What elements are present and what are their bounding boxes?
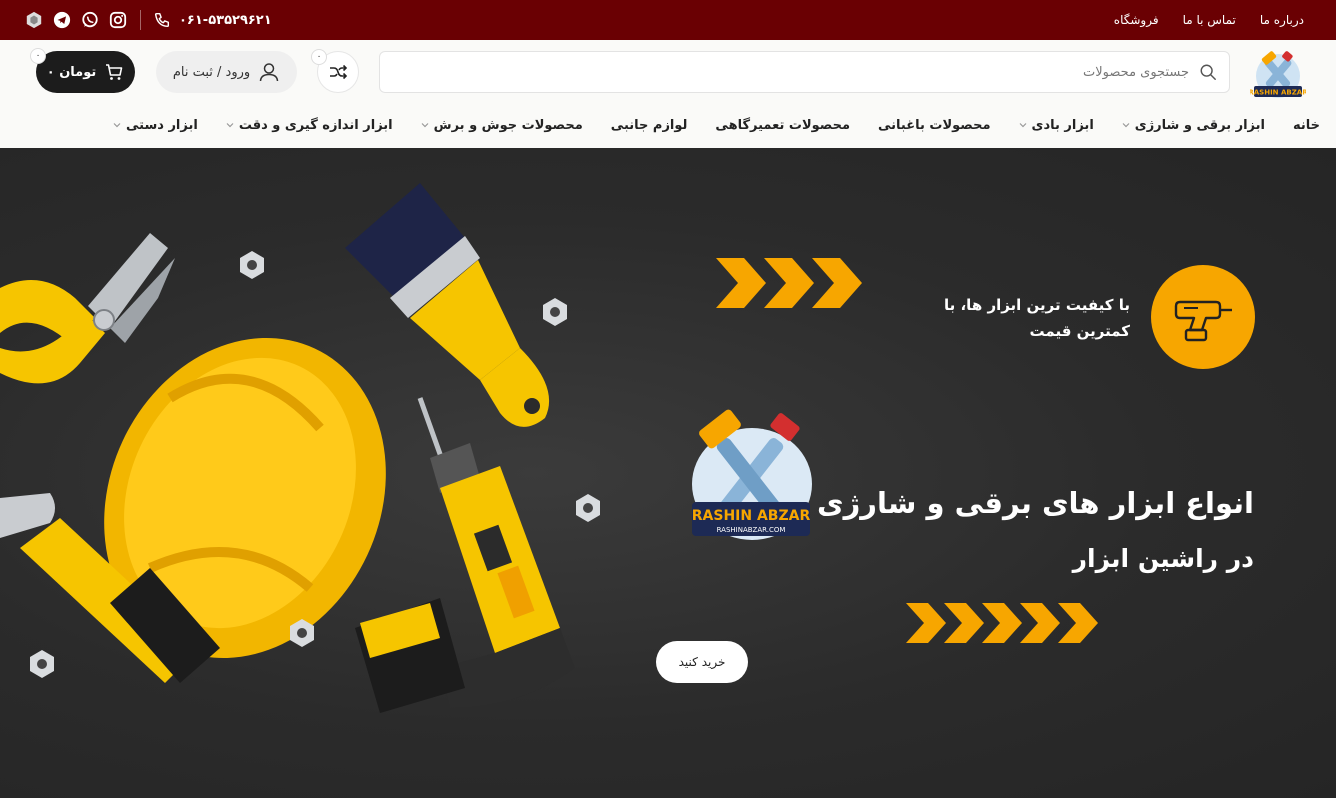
drill-badge: [1151, 265, 1255, 369]
phone-number: ۰۶۱-۵۳۵۲۹۶۲۱: [179, 12, 272, 28]
top-links: درباره ما تماس با ما فروشگاه: [1114, 0, 1304, 40]
drill-image: [355, 397, 575, 713]
rubika-icon[interactable]: [24, 10, 44, 30]
tools-illustration: [0, 183, 600, 713]
search-input[interactable]: [390, 52, 1189, 92]
nav-item-label: ابزار بادی: [1031, 117, 1094, 133]
chevron-arrows-decoration: [716, 258, 862, 308]
buy-now-button[interactable]: خرید کنید: [656, 641, 748, 683]
nav-item-welding[interactable]: محصولات جوش و برش: [421, 118, 583, 133]
paint-brush-image: [345, 183, 550, 427]
nav-item-garden[interactable]: محصولات باغبانی: [878, 118, 991, 133]
power-drill-icon: [1174, 300, 1232, 342]
nav-item-air-tools[interactable]: ابزار بادی: [1019, 118, 1094, 133]
nav-item-label: محصولات جوش و برش: [433, 117, 583, 133]
phone-icon: [154, 12, 170, 28]
cart-total: ۰ تومان: [46, 64, 97, 80]
main-nav: خانه ابزار برقی و شارژی ابزار بادی محصول…: [113, 116, 1320, 134]
nav-item-accessories[interactable]: لوازم جانبی: [611, 118, 688, 133]
top-link-about[interactable]: درباره ما: [1260, 13, 1304, 27]
search-icon[interactable]: [1199, 63, 1217, 81]
cart-button[interactable]: ۰ تومان: [36, 51, 135, 93]
nav-item-repair[interactable]: محصولات تعمیرگاهی: [715, 118, 850, 133]
rashin-abzar-logo: RASHIN ABZAR RASHINABZAR.COM: [692, 409, 812, 540]
instagram-icon[interactable]: [108, 10, 128, 30]
chevron-down-icon: [1019, 123, 1026, 128]
chevron-down-icon: [421, 123, 429, 128]
cart-icon: [106, 64, 123, 80]
compare-count-badge: ۰: [311, 49, 327, 65]
logo-url-text: RASHINABZAR.COM: [717, 526, 786, 534]
user-icon: [259, 63, 279, 82]
nav-item-label: لوازم جانبی: [610, 117, 688, 133]
site-logo[interactable]: RASHIN ABZAR: [1248, 46, 1308, 102]
nav-item-hand-tools[interactable]: ابزار دستی: [113, 118, 198, 133]
chevron-arrows-decoration: [906, 603, 1098, 643]
nav-item-label: ابزار دستی: [126, 117, 198, 133]
nav-item-label: ابزار اندازه گیری و دقت: [238, 117, 393, 133]
top-link-contact[interactable]: تماس با ما: [1183, 13, 1236, 27]
nav-item-label: خانه: [1292, 117, 1320, 133]
hero-title: انواع ابزار های برقی و شارژی: [817, 486, 1254, 520]
phone-contact[interactable]: ۰۶۱-۵۳۵۲۹۶۲۱: [153, 11, 272, 29]
nav-item-home[interactable]: خانه: [1293, 118, 1320, 133]
nav-item-label: محصولات باغبانی: [878, 117, 991, 133]
logo-graphic: RASHIN ABZAR: [1248, 51, 1308, 98]
login-register-button[interactable]: ورود / ثبت نام: [156, 51, 297, 93]
pliers-image: [0, 233, 175, 384]
nav-item-measuring[interactable]: ابزار اندازه گیری و دقت: [226, 118, 393, 133]
site-header: RASHIN ABZAR ۰ ورود / ثبت نام ۰ تومان ۰ …: [0, 40, 1336, 148]
chevron-down-icon: [1122, 123, 1130, 128]
shuffle-icon: [330, 64, 348, 80]
hero-tagline: با کیفیت ترین ابزار ها، با کمترین قیمت: [944, 296, 1130, 340]
nav-item-label: ابزار برقی و شارژی: [1134, 117, 1265, 133]
chevron-down-icon: [113, 123, 121, 128]
hero-subtitle: در راشین ابزار: [1072, 544, 1254, 573]
search-box: [379, 51, 1230, 93]
svg-text:RASHIN ABZAR: RASHIN ABZAR: [1250, 89, 1306, 97]
cart-count-badge: ۰: [30, 48, 46, 64]
divider: [140, 10, 141, 30]
telegram-icon[interactable]: [52, 10, 72, 30]
chevron-down-icon: [226, 123, 234, 128]
hero-banner: با کیفیت ترین ابزار ها، با کمترین قیمت R…: [0, 148, 1336, 798]
login-label: ورود / ثبت نام: [172, 64, 251, 80]
nav-item-label: محصولات تعمیرگاهی: [715, 117, 851, 133]
nav-item-power-tools[interactable]: ابزار برقی و شارژی: [1122, 118, 1265, 133]
whatsapp-icon[interactable]: [80, 10, 100, 30]
top-bar-contact: ۰۶۱-۵۳۵۲۹۶۲۱: [24, 0, 272, 40]
top-link-shop[interactable]: فروشگاه: [1114, 13, 1159, 27]
top-bar: درباره ما تماس با ما فروشگاه ۰۶۱-۵۳۵۲۹۶۲…: [0, 0, 1336, 40]
